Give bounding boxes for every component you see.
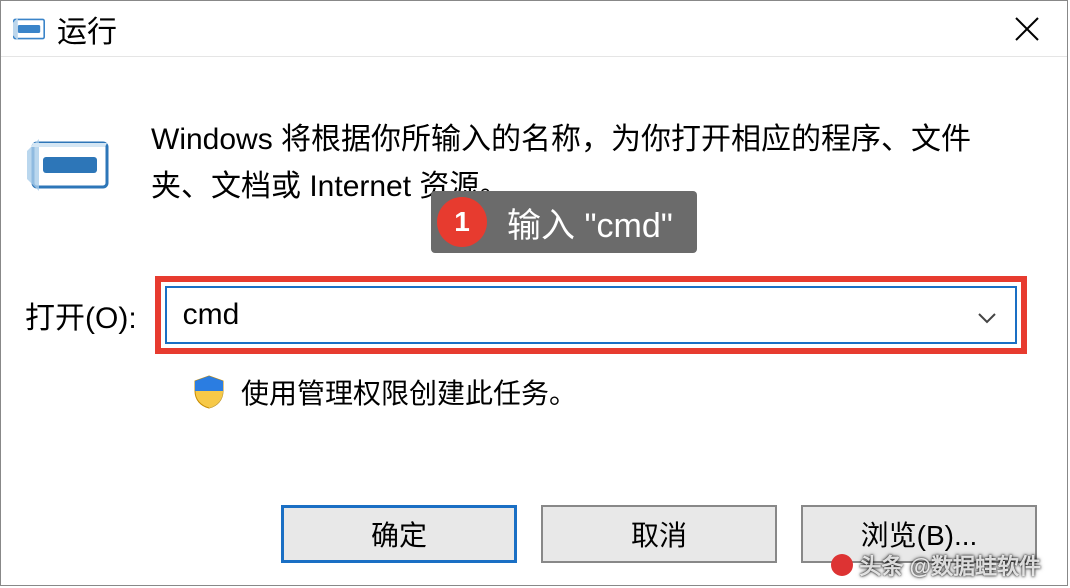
open-row: 打开(O): cmd	[25, 276, 1027, 354]
close-icon	[1014, 16, 1040, 42]
close-button[interactable]	[999, 1, 1055, 57]
cancel-button[interactable]: 取消	[541, 505, 777, 563]
open-input-value: cmd	[183, 298, 240, 332]
open-label: 打开(O):	[25, 293, 137, 337]
run-large-icon	[25, 129, 115, 199]
annotation-callout: 1 输入 "cmd"	[431, 191, 697, 253]
dialog-body: Windows 将根据你所输入的名称，为你打开相应的程序、文件夹、文档或 Int…	[1, 57, 1067, 412]
annotation-text: 输入 "cmd"	[507, 198, 673, 247]
input-highlight-frame: cmd	[155, 276, 1027, 354]
watermark: 头条 @数据蛙软件	[831, 549, 1041, 581]
admin-note-row: 使用管理权限创建此任务。	[191, 372, 1027, 412]
window-title: 运行	[57, 7, 999, 51]
open-combobox[interactable]: cmd	[165, 286, 1017, 344]
browse-button-label: 浏览(B)...	[861, 514, 978, 554]
annotation-badge: 1	[437, 197, 487, 247]
admin-note-text: 使用管理权限创建此任务。	[241, 372, 577, 412]
shield-icon	[191, 374, 227, 410]
watermark-text: 头条 @数据蛙软件	[859, 549, 1041, 581]
ok-button[interactable]: 确定	[281, 505, 517, 563]
run-dialog-icon	[13, 15, 45, 43]
titlebar: 运行	[1, 1, 1067, 57]
chevron-down-icon[interactable]	[977, 298, 997, 332]
watermark-logo-icon	[831, 554, 853, 576]
run-dialog: 运行 Windows 将根据你所输入的名称，为你打开相应的程序、文件夹、文档或 …	[0, 0, 1068, 586]
cancel-button-label: 取消	[631, 514, 687, 554]
ok-button-label: 确定	[371, 514, 427, 554]
